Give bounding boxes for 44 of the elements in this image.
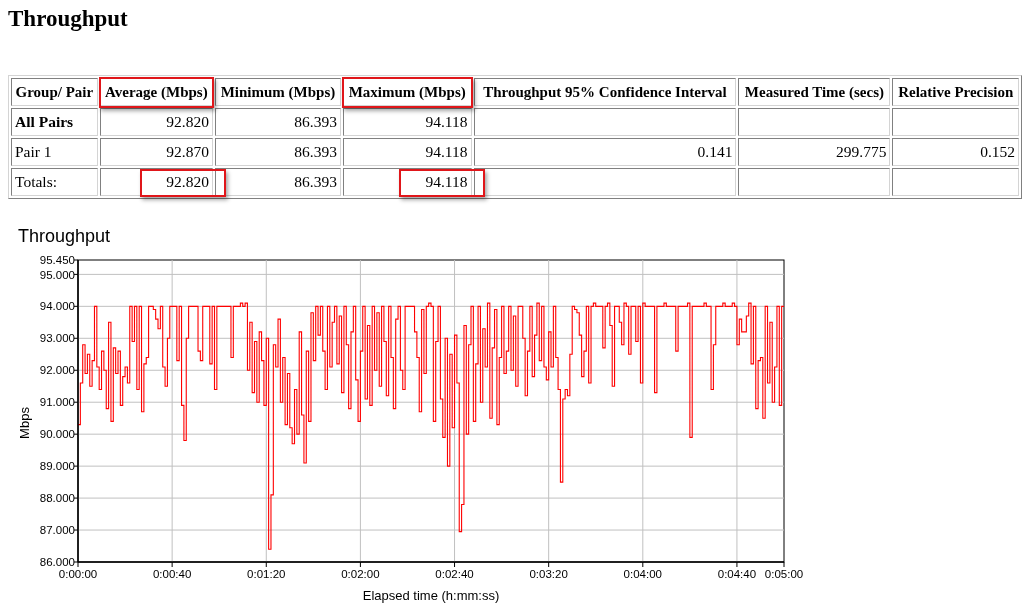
table-header-cell: Relative Precision: [892, 78, 1019, 106]
table-cell: 86.393: [214, 168, 341, 196]
y-tick-label: 89.000: [39, 460, 75, 473]
table-cell: 0.141: [473, 138, 737, 166]
y-axis-title: Mbps: [17, 407, 32, 439]
table-header-cell: Group/ Pair: [11, 78, 98, 106]
table-cell: 94.118: [342, 138, 472, 166]
y-tick-label: 95.450: [39, 254, 75, 267]
x-tick-label: 0:02:00: [341, 568, 380, 580]
x-tick-label: 0:01:20: [247, 568, 286, 580]
y-tick-label: 88.000: [39, 492, 75, 505]
table-header-cell: Minimum (Mbps): [214, 78, 341, 106]
y-tick-label: 94.000: [39, 300, 75, 313]
table-header-cell: Throughput 95% Confidence Interval: [473, 78, 737, 106]
y-tick-label: 87.000: [39, 524, 75, 537]
x-tick-label: 0:04:40: [717, 568, 757, 580]
table-cell: 92.820: [99, 108, 213, 136]
table-cell: 94.118: [342, 108, 472, 136]
table-cell: Totals:: [11, 168, 98, 196]
x-tick-label: 0:00:40: [152, 568, 192, 580]
x-tick-label: 0:04:00: [623, 568, 662, 580]
table-cell: Pair 1: [11, 138, 98, 166]
table-header-cell: Measured Time (secs): [738, 78, 891, 106]
page-title: Throughput: [8, 5, 128, 33]
y-tick-label: 90.000: [39, 428, 75, 441]
table-header-cell: Average (Mbps): [99, 78, 213, 106]
x-axis-title: Elapsed time (h:mm:ss): [362, 588, 500, 603]
table-cell: 86.393: [214, 108, 341, 136]
x-tick-label: 0:03:20: [529, 568, 568, 580]
table-cell: 86.393: [214, 138, 341, 166]
y-tick-label: 91.000: [39, 396, 75, 409]
y-tick-label: 86.000: [39, 556, 75, 569]
chart-title: Throughput: [18, 225, 111, 247]
x-tick-label: 0:00:00: [58, 568, 98, 580]
y-tick-label: 92.000: [39, 364, 75, 377]
table-cell: 299.775: [738, 138, 891, 166]
table-header-cell: Maximum (Mbps): [342, 78, 472, 106]
table-cell: All Pairs: [11, 108, 98, 136]
table-cell: 92.870: [99, 138, 213, 166]
x-tick-label: 0:05:00: [764, 568, 804, 580]
table-cell: 0.152: [892, 138, 1019, 166]
y-tick-label: 93.000: [39, 332, 75, 345]
y-tick-label: 95.000: [39, 268, 75, 281]
x-tick-label: 0:02:40: [435, 568, 474, 580]
